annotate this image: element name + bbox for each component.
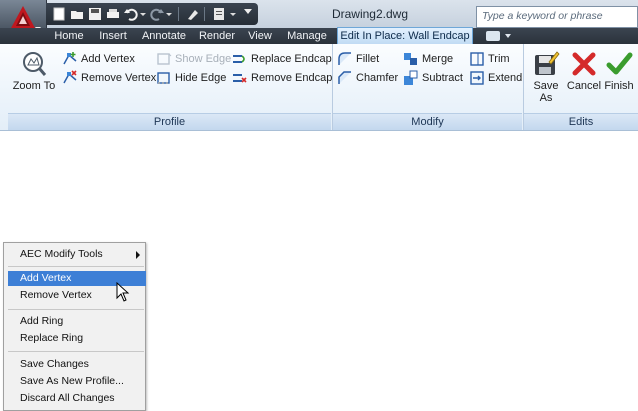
save-as-button[interactable]: Save As (527, 50, 565, 104)
match-properties-icon[interactable] (186, 7, 200, 21)
menu-item-save-changes[interactable]: Save Changes (8, 357, 146, 372)
remove-vertex-button[interactable]: Remove Vertex (62, 69, 156, 87)
redo-icon[interactable] (150, 7, 164, 21)
zoom-to-button[interactable]: Zoom To (10, 50, 58, 92)
menu-item-label: Save Changes (20, 358, 89, 370)
menu-item-add-ring[interactable]: Add Ring (8, 314, 146, 329)
hide-edge-icon (157, 72, 170, 84)
hide-edge-label: Hide Edge (175, 72, 227, 84)
menu-item-label: Add Vertex (20, 272, 72, 284)
trim-button[interactable]: Trim (469, 50, 510, 68)
tab-home[interactable]: Home (50, 28, 88, 44)
toolbar-divider (204, 7, 205, 21)
replace-endcap-icon (233, 55, 245, 63)
replace-endcap-label: Replace Endcap (251, 53, 332, 65)
chevron-down-icon[interactable] (230, 13, 236, 16)
remove-endcap-icon (233, 74, 247, 83)
chamfer-button[interactable]: Chamfer (337, 69, 398, 87)
save-as-icon (535, 51, 560, 75)
cancel-icon (572, 52, 596, 76)
workspace-icon[interactable] (212, 7, 226, 21)
chevron-down-icon[interactable] (166, 13, 172, 16)
panel-title-edits: Edits (524, 113, 638, 130)
menu-item-label: Save As New Profile... (20, 375, 124, 387)
cancel-label: Cancel (566, 80, 602, 92)
remove-vertex-label: Remove Vertex (81, 72, 157, 84)
menu-separator (8, 309, 144, 310)
cancel-button[interactable]: Cancel (566, 50, 602, 92)
checkmark-icon (606, 52, 633, 75)
merge-icon (404, 53, 417, 65)
customize-toolbar-icon[interactable] (244, 9, 252, 17)
remove-vertex-icon (63, 70, 77, 84)
merge-label: Merge (422, 53, 454, 65)
subtract-button[interactable]: Subtract (403, 69, 463, 87)
trim-icon (470, 52, 484, 66)
remove-endcap-label: Remove Endcap (251, 72, 333, 84)
print-icon[interactable] (106, 7, 120, 21)
chevron-down-icon[interactable] (505, 34, 511, 38)
merge-button[interactable]: Merge (403, 50, 453, 68)
document-title: Drawing2.dwg (331, 7, 409, 21)
show-edge-icon (157, 53, 172, 65)
toolbar-divider (178, 7, 179, 21)
zoom-to-icon (23, 52, 47, 76)
fillet-icon (338, 52, 351, 65)
menu-item-save-as-new-profile[interactable]: Save As New Profile... (8, 374, 146, 389)
save-as-label: Save As (533, 80, 559, 104)
fillet-button[interactable]: Fillet (337, 50, 379, 68)
submenu-arrow-icon (136, 251, 140, 259)
menu-item-label: Replace Ring (20, 332, 84, 344)
undo-icon[interactable] (124, 7, 138, 21)
mouse-pointer-icon (116, 282, 130, 302)
tab-insert[interactable]: Insert (94, 28, 132, 44)
chevron-down-icon[interactable] (140, 13, 146, 16)
finish-label: Finish (604, 80, 634, 92)
add-vertex-button[interactable]: Add Vertex (62, 50, 135, 68)
context-menu: AEC Modify Tools Add Vertex Remove Verte… (3, 242, 146, 411)
add-vertex-label: Add Vertex (81, 53, 135, 65)
zoom-to-label: Zoom To (12, 80, 56, 92)
tab-view[interactable]: View (244, 28, 276, 44)
menu-item-discard-all-changes[interactable]: Discard All Changes (8, 391, 146, 406)
extend-button[interactable]: Extend (469, 69, 522, 87)
add-vertex-icon (63, 52, 77, 65)
menu-separator (8, 351, 144, 352)
extend-label: Extend (488, 72, 523, 84)
menu-item-label: Add Ring (20, 315, 64, 327)
finish-button[interactable]: Finish (602, 50, 636, 92)
menu-separator (8, 266, 144, 267)
tab-annotate[interactable]: Annotate (138, 28, 190, 44)
chamfer-icon (338, 71, 351, 84)
menu-item-aec-modify-tools[interactable]: AEC Modify Tools (8, 247, 146, 262)
chamfer-label: Chamfer (356, 72, 399, 84)
save-icon[interactable] (88, 7, 102, 21)
menu-item-label: Remove Vertex (20, 289, 92, 301)
hide-edge-button[interactable]: Hide Edge (156, 69, 226, 87)
subtract-icon (404, 70, 418, 85)
search-input[interactable]: Type a keyword or phrase (476, 6, 638, 28)
tab-render[interactable]: Render (196, 28, 238, 44)
menu-item-label: AEC Modify Tools (20, 248, 103, 260)
subtract-label: Subtract (422, 72, 463, 84)
panel-toggle-icon[interactable] (486, 31, 500, 41)
open-folder-icon[interactable] (70, 7, 84, 21)
panel-title-profile: Profile (8, 113, 331, 130)
replace-endcap-button[interactable]: Replace Endcap (232, 50, 332, 68)
panel-title-modify: Modify (333, 113, 522, 130)
show-edge-button[interactable]: Show Edge (156, 50, 231, 68)
extend-icon (470, 71, 484, 85)
menu-item-label: Discard All Changes (20, 392, 115, 404)
fillet-label: Fillet (356, 53, 380, 65)
show-edge-label: Show Edge (175, 53, 232, 65)
trim-label: Trim (488, 53, 510, 65)
remove-endcap-button[interactable]: Remove Endcap (232, 69, 332, 87)
menu-item-replace-ring[interactable]: Replace Ring (8, 331, 146, 346)
new-file-icon[interactable] (52, 7, 66, 21)
search-placeholder: Type a keyword or phrase (482, 10, 603, 22)
tab-manage[interactable]: Manage (282, 28, 332, 44)
quick-access-toolbar (46, 3, 258, 25)
